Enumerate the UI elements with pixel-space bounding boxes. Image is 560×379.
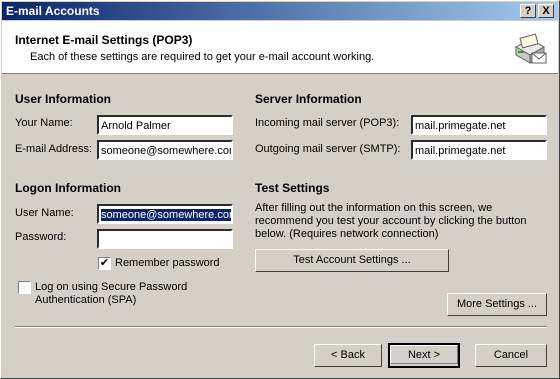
test-settings-heading: Test Settings [255, 181, 330, 195]
password-field[interactable] [97, 229, 233, 249]
spa-checkbox[interactable] [18, 281, 31, 294]
remember-password-label: Remember password [115, 257, 220, 269]
checkmark-icon: ✔ [99, 257, 110, 269]
email-address-value: someone@somewhere.com [101, 145, 233, 157]
email-address-field[interactable]: someone@somewhere.com [97, 140, 233, 160]
close-button[interactable]: X [538, 4, 554, 18]
mail-server-icon [514, 33, 547, 64]
test-description-line2: recommend you test your account by click… [255, 215, 527, 227]
your-name-value: Arnold Palmer [101, 120, 171, 132]
next-button[interactable]: Next > [388, 343, 460, 368]
test-description-line3: below. (Requires network connection) [255, 228, 439, 240]
user-info-heading: User Information [15, 92, 112, 106]
next-button-label: Next > [390, 345, 458, 364]
dialog-header: Internet E-mail Settings (POP3) Each of … [2, 21, 558, 74]
more-settings-button[interactable]: More Settings ... [447, 293, 547, 316]
user-name-field[interactable]: someone@somewhere.com [97, 204, 233, 224]
remember-password-checkbox[interactable]: ✔ [98, 257, 111, 270]
incoming-server-label: Incoming mail server (POP3): [255, 117, 400, 129]
outgoing-server-label: Outgoing mail server (SMTP): [255, 143, 401, 155]
back-button[interactable]: < Back [314, 344, 382, 367]
password-label: Password: [15, 231, 67, 243]
incoming-server-value: mail.primegate.net [415, 120, 506, 132]
test-description-line1: After filling out the information on thi… [255, 202, 493, 214]
user-name-label: User Name: [15, 207, 74, 219]
logon-info-heading: Logon Information [15, 181, 121, 195]
test-account-settings-button[interactable]: Test Account Settings ... [255, 249, 449, 272]
your-name-field[interactable]: Arnold Palmer [97, 115, 233, 135]
spa-label-line1: Log on using Secure Password [35, 281, 188, 293]
window-title: E-mail Accounts [6, 4, 100, 18]
help-button[interactable]: ? [520, 4, 536, 18]
email-accounts-dialog: E-mail Accounts ? X Internet E-mail Sett… [0, 0, 560, 379]
header-title: Internet E-mail Settings (POP3) [15, 33, 193, 47]
outgoing-server-value: mail.primegate.net [415, 145, 506, 157]
email-address-label: E-mail Address: [15, 143, 93, 155]
user-name-value: someone@somewhere.com [101, 209, 231, 221]
header-subtitle: Each of these settings are required to g… [30, 51, 375, 63]
spa-label-line2: Authentication (SPA) [35, 294, 137, 306]
cancel-button[interactable]: Cancel [475, 344, 547, 367]
title-bar[interactable]: E-mail Accounts ? X [2, 2, 558, 20]
outgoing-server-field[interactable]: mail.primegate.net [411, 140, 547, 160]
footer-divider [15, 326, 547, 328]
server-info-heading: Server Information [255, 92, 362, 106]
your-name-label: Your Name: [15, 117, 73, 129]
incoming-server-field[interactable]: mail.primegate.net [411, 115, 547, 135]
